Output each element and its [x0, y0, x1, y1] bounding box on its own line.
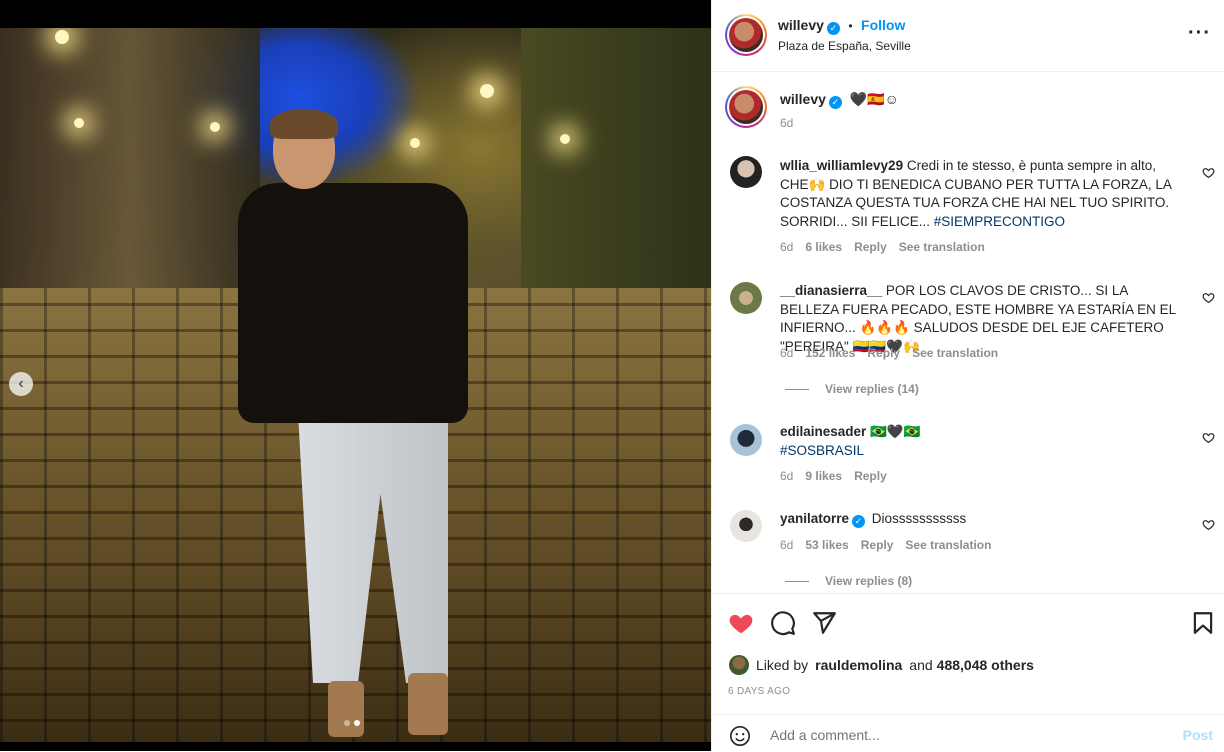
add-comment-bar: Post [712, 714, 1224, 752]
liker-avatar[interactable] [729, 655, 749, 675]
comment-3: edilainesader 🇧🇷🖤🇧🇷 #SOSBRASIL [780, 423, 1180, 460]
reply-button[interactable]: Reply [854, 469, 887, 483]
caption-text: 🖤🇪🇸☺ [849, 91, 899, 107]
post-location[interactable]: Plaza de España, Seville [778, 39, 911, 53]
comment-hashtag[interactable]: #SIEMPRECONTIGO [934, 214, 1065, 229]
street-lamp [74, 118, 84, 128]
post-actions: Liked by raul­demolina and 488,048 other… [712, 593, 1224, 751]
post-comment-button[interactable]: Post [1183, 727, 1213, 743]
liked-by-prefix: Liked by [756, 657, 809, 673]
caption: willevy ✓ 🖤🇪🇸☺ [780, 91, 899, 109]
comment-meta: 6d 53 likes Reply See translation [780, 538, 991, 552]
more-options-icon[interactable]: ··· [1188, 22, 1211, 45]
comment-2: __dianasierra__ POR LOS CLAVOS DE CRISTO… [780, 282, 1180, 356]
liked-by-count[interactable]: 488,048 others [937, 657, 1034, 673]
comment-avatar[interactable] [730, 282, 762, 314]
post-media-pane: ‹ [0, 0, 711, 751]
reply-button[interactable]: Reply [867, 346, 900, 360]
photo-trees-left [0, 28, 260, 328]
liked-by-and: and [909, 657, 933, 673]
view-replies-label[interactable]: View replies (8) [825, 574, 912, 588]
caption-username[interactable]: willevy [780, 91, 826, 107]
comment-username[interactable]: edilainesader [780, 424, 866, 439]
carousel-dot [344, 720, 350, 726]
see-translation-button[interactable]: See translation [899, 240, 985, 254]
reply-button[interactable]: Reply [854, 240, 887, 254]
post-header: willevy ✓ • Follow Plaza de España, Sevil… [712, 0, 1224, 72]
post-sidebar: willevy ✓ • Follow Plaza de España, Sevil… [711, 0, 1224, 751]
reply-button[interactable]: Reply [861, 538, 894, 552]
comment-text: 🇧🇷🖤🇧🇷 [870, 424, 921, 439]
author-avatar[interactable] [725, 14, 767, 56]
see-translation-button[interactable]: See translation [905, 538, 991, 552]
verified-badge-icon: ✓ [852, 514, 866, 528]
view-replies-button[interactable]: View replies (14) [785, 382, 919, 396]
caption-time[interactable]: 6d [780, 116, 793, 130]
street-lamp [55, 30, 69, 44]
verified-badge-icon: ✓ [828, 96, 842, 109]
carousel-prev-button[interactable]: ‹ [9, 372, 33, 396]
emoji-icon[interactable] [729, 725, 751, 747]
comment-username[interactable]: yanilatorre [780, 511, 849, 526]
comment-meta: 6d 9 likes Reply [780, 469, 887, 483]
liked-heart-icon[interactable] [728, 610, 754, 636]
carousel-dot-active [354, 720, 360, 726]
comment-avatar[interactable] [730, 156, 762, 188]
comment-username[interactable]: __dianasierra__ [780, 283, 882, 298]
comment-like-heart-icon[interactable] [1202, 166, 1215, 179]
verified-badge-icon: ✓ [826, 22, 840, 35]
save-bookmark-icon[interactable] [1190, 610, 1216, 636]
separator-dot: • [848, 19, 853, 33]
comment-meta: 6d 152 likes Reply See translation [780, 346, 998, 360]
caption-meta: 6d [780, 116, 793, 130]
comment-like-heart-icon[interactable] [1202, 518, 1215, 531]
comment-4: yanilatorre ✓ Diosssssssssss [780, 510, 1180, 529]
view-replies-button[interactable]: View replies (8) [785, 574, 912, 588]
author-info: willevy ✓ • Follow [778, 17, 905, 35]
replies-line [785, 580, 809, 582]
follow-button[interactable]: Follow [861, 17, 905, 33]
street-lamp [210, 122, 220, 132]
comment-time[interactable]: 6d [780, 469, 793, 483]
share-send-icon[interactable] [811, 610, 837, 636]
comment-like-heart-icon[interactable] [1202, 291, 1215, 304]
comment-likes[interactable]: 152 likes [805, 346, 855, 360]
comment-like-heart-icon[interactable] [1202, 431, 1215, 444]
comment-avatar[interactable] [730, 510, 762, 542]
comment-time[interactable]: 6d [780, 240, 793, 254]
comment-avatar[interactable] [730, 424, 762, 456]
comment-likes[interactable]: 9 likes [805, 469, 842, 483]
comment-likes[interactable]: 53 likes [805, 538, 848, 552]
caption-avatar[interactable] [725, 86, 767, 128]
comments-list[interactable]: willevy ✓ 🖤🇪🇸☺ 6d wllia_williamlevy29 Cre… [712, 72, 1224, 593]
street-lamp [480, 84, 494, 98]
comment-text: Diosssssssssss [871, 511, 967, 526]
carousel-dots [344, 720, 360, 726]
view-replies-label[interactable]: View replies (14) [825, 382, 919, 396]
post-timestamp[interactable]: 6 DAYS AGO [728, 686, 790, 697]
comment-1: wllia_williamlevy29 Credi in te stesso, … [780, 157, 1180, 231]
comment-likes[interactable]: 6 likes [805, 240, 842, 254]
see-translation-button[interactable]: See translation [912, 346, 998, 360]
likes-summary: Liked by raul­demolina and 488,048 other… [729, 655, 1034, 675]
comment-hashtag[interactable]: #SOSBRASIL [780, 443, 864, 458]
comment-time[interactable]: 6d [780, 346, 793, 360]
comment-input[interactable] [770, 727, 1150, 743]
photo-subject [238, 109, 468, 742]
liked-by-user[interactable]: raul­demolina [815, 657, 902, 673]
comment-meta: 6d 6 likes Reply See translation [780, 240, 985, 254]
comment-time[interactable]: 6d [780, 538, 793, 552]
replies-line [785, 388, 809, 390]
comment-bubble-icon[interactable] [770, 610, 796, 636]
post-photo[interactable] [0, 28, 711, 742]
comment-username[interactable]: wllia_williamlevy29 [780, 158, 903, 173]
street-lamp [560, 134, 570, 144]
author-username[interactable]: willevy [778, 17, 824, 33]
